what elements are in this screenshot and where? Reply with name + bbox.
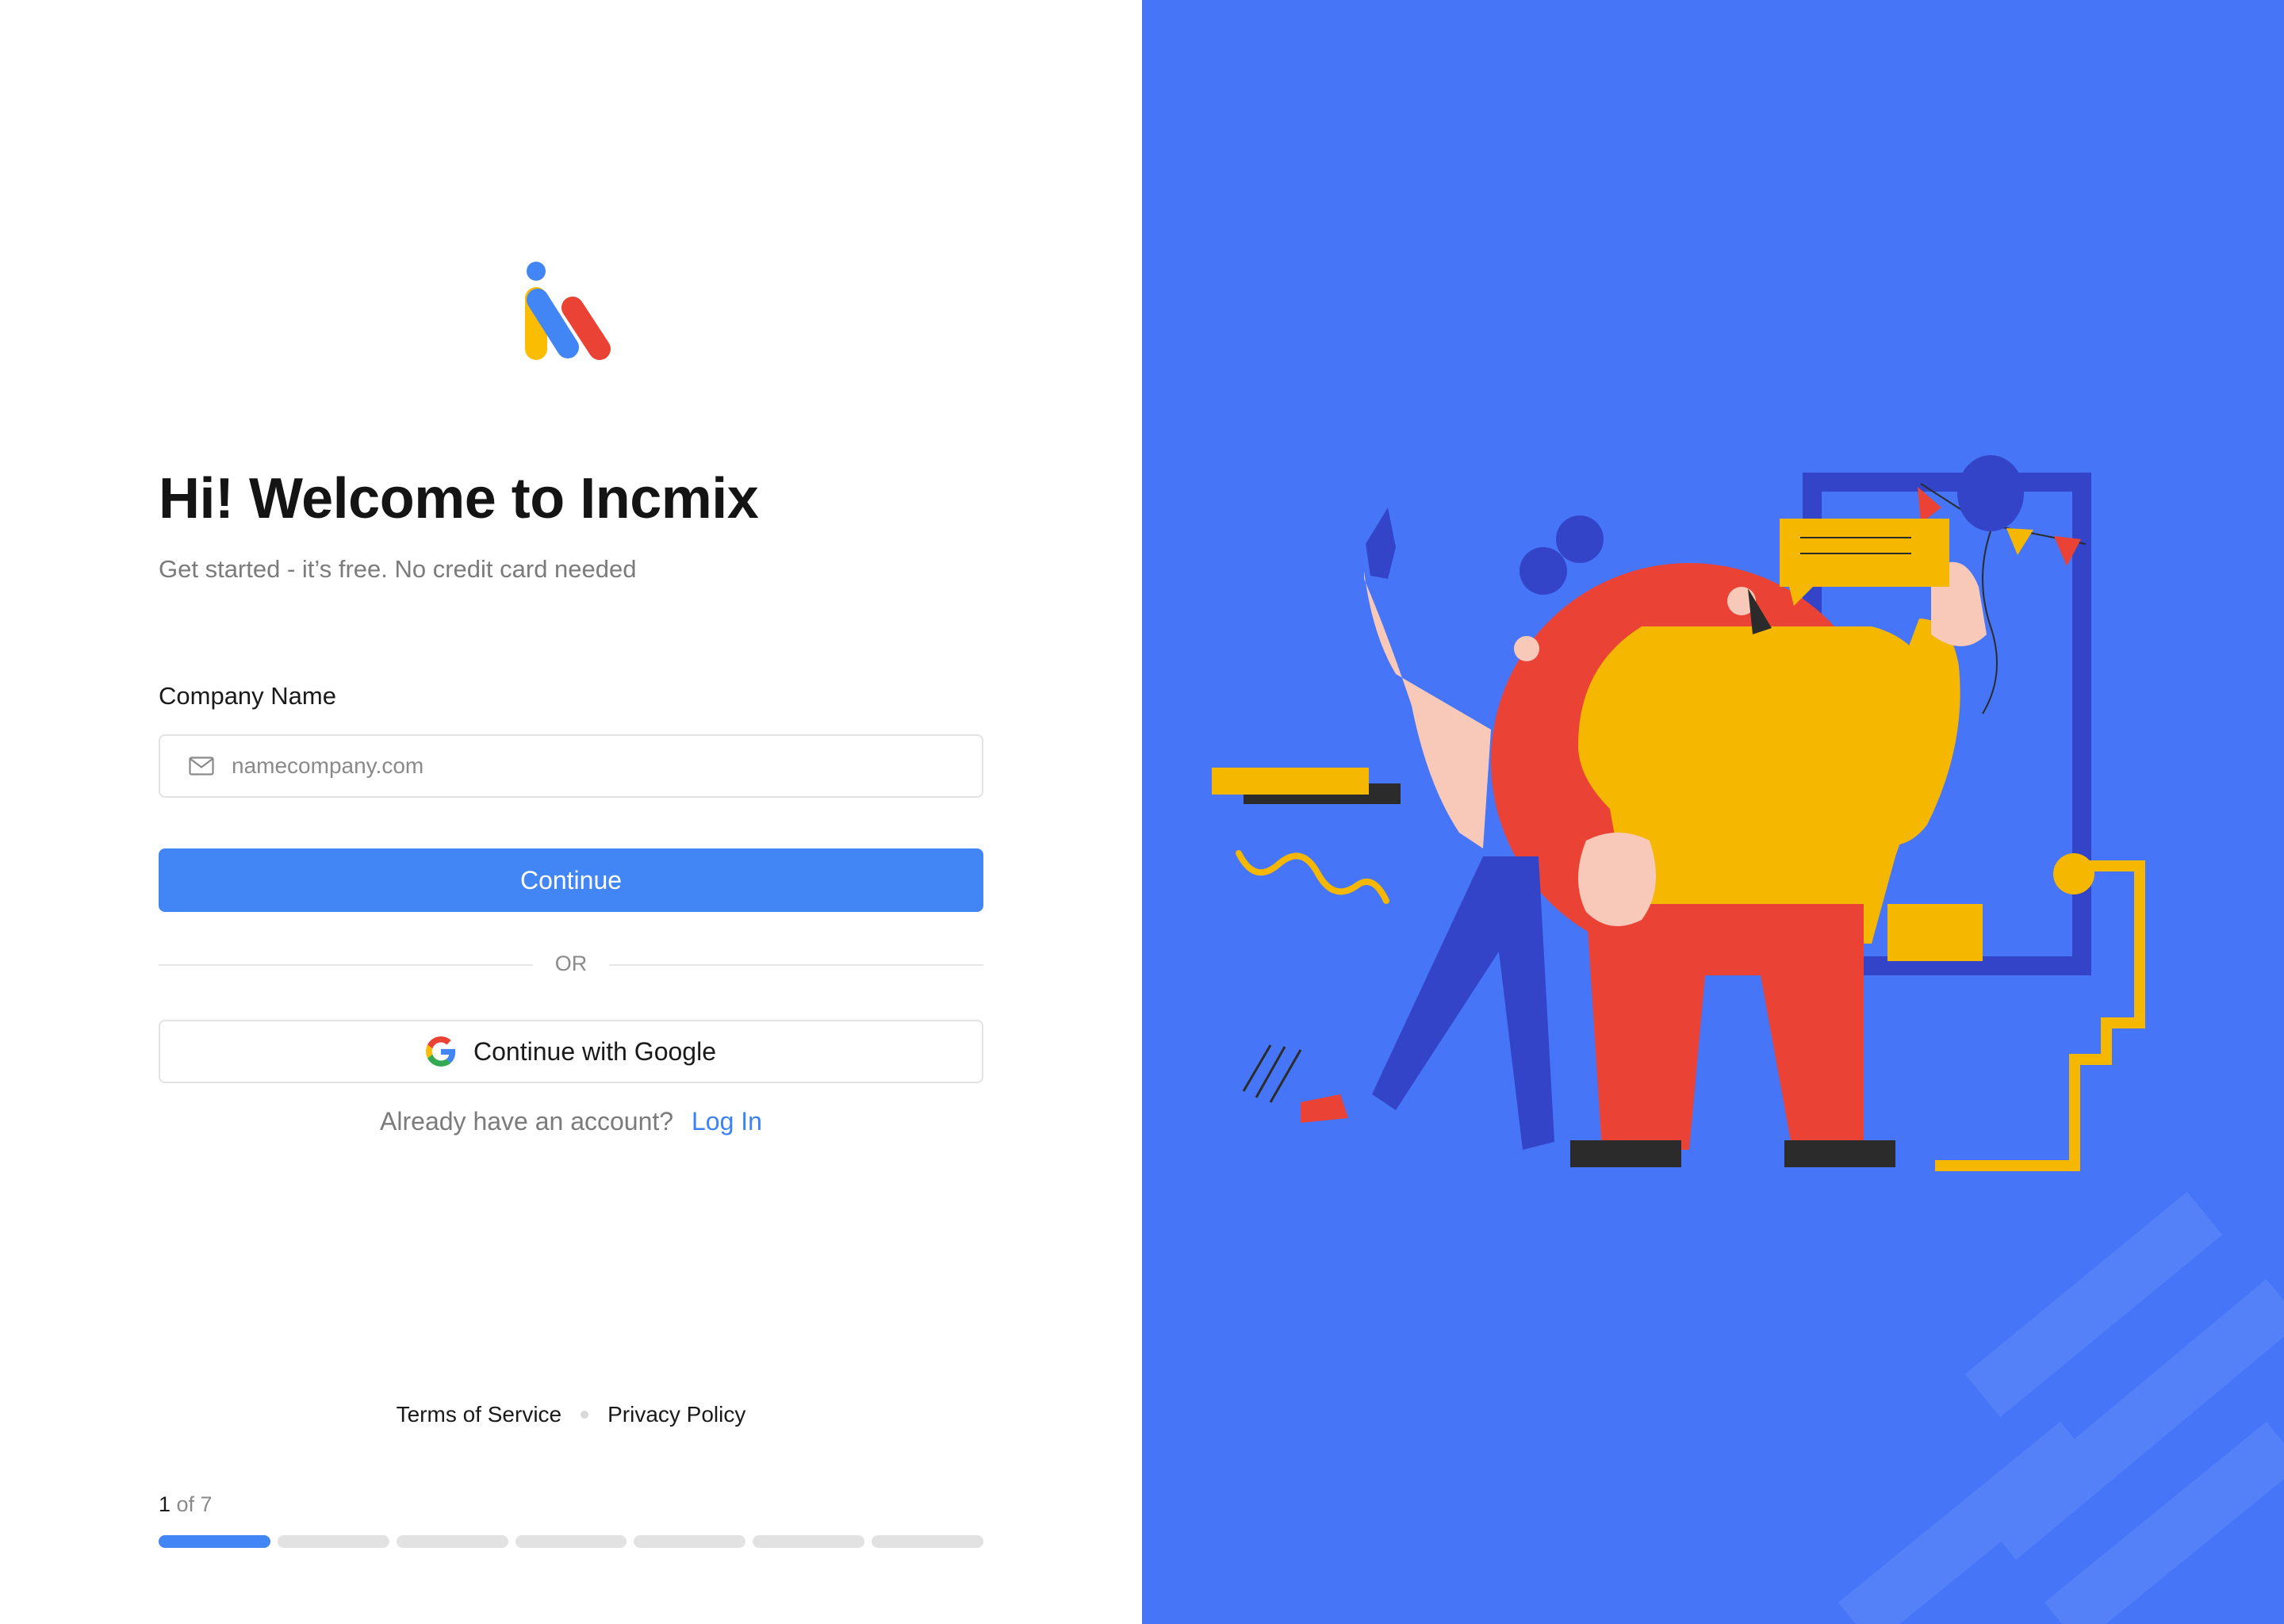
man-trousers — [1586, 904, 1864, 1150]
continue-with-google-button[interactable]: Continue with Google — [159, 1020, 983, 1083]
progress-segment — [753, 1535, 865, 1548]
illustration-panel — [1142, 0, 2284, 1624]
progress-segment — [872, 1535, 984, 1548]
page-title: Hi! Welcome to Incmix — [159, 467, 759, 530]
incmix-logo — [525, 262, 611, 360]
yellow-bar — [1212, 768, 1369, 795]
signup-panel: Hi! Welcome to Incmix Get started - it’s… — [0, 0, 1142, 1624]
squiggle — [1236, 850, 1389, 904]
google-g-icon — [426, 1036, 456, 1067]
login-prompt-row: Already have an account? Log In — [159, 1107, 983, 1136]
privacy-policy-link[interactable]: Privacy Policy — [607, 1402, 745, 1427]
step-counter: 1 of 7 — [159, 1492, 213, 1517]
progress-segment — [159, 1535, 270, 1548]
company-name-label: Company Name — [159, 682, 336, 710]
background-logo-watermark — [1838, 1191, 2284, 1624]
current-step: 1 — [159, 1492, 171, 1516]
footer-links: Terms of Service Privacy Policy — [159, 1402, 983, 1427]
balloon — [1957, 455, 2024, 531]
footer-separator-dot — [581, 1411, 589, 1419]
terms-of-service-link[interactable]: Terms of Service — [397, 1402, 562, 1427]
login-prompt-text: Already have an account? — [380, 1107, 674, 1136]
progress-segment — [396, 1535, 508, 1548]
company-name-input[interactable] — [232, 753, 945, 779]
yellow-half-circle — [2053, 853, 2094, 894]
or-divider: OR — [159, 950, 983, 979]
welcome-illustration — [1212, 455, 2284, 1624]
google-button-label: Continue with Google — [473, 1036, 716, 1066]
progress-bar — [159, 1535, 984, 1548]
progress-segment — [634, 1535, 746, 1548]
progress-segment — [277, 1535, 389, 1548]
company-name-field[interactable] — [159, 734, 983, 798]
login-link[interactable]: Log In — [692, 1107, 762, 1136]
mail-icon — [189, 756, 214, 776]
page-subtitle: Get started - it’s free. No credit card … — [159, 555, 637, 583]
continue-button[interactable]: Continue — [159, 848, 983, 912]
total-steps: of 7 — [171, 1492, 213, 1516]
progress-segment — [515, 1535, 627, 1548]
divider-line-right — [609, 964, 983, 966]
